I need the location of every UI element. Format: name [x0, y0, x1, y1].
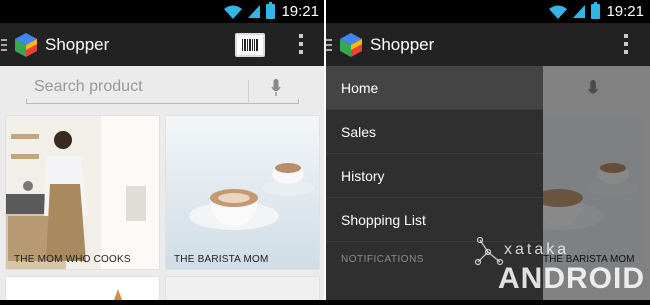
card-mom-who-cooks[interactable]: THE MOM WHO COOKS — [6, 116, 159, 269]
search-input[interactable]: Search product — [34, 78, 143, 96]
card-partial[interactable] — [166, 277, 319, 300]
app-title: Shopper — [370, 34, 435, 54]
drawer-indicator-icon[interactable] — [1, 38, 7, 51]
signal-icon — [573, 5, 586, 18]
search-field[interactable]: Search product — [26, 72, 299, 104]
drawer-item-history[interactable]: History — [325, 154, 543, 198]
battery-icon — [591, 2, 601, 19]
status-bar: 19:21 — [325, 0, 650, 23]
watermark-top-text: xataka — [504, 241, 569, 258]
watermark-bottom-text: ANDROID — [498, 262, 645, 295]
battery-icon — [266, 2, 276, 19]
status-bar: 19:21 — [0, 0, 325, 23]
drawer-item-sales[interactable]: Sales — [325, 110, 543, 154]
mom-who-cooks-photo — [6, 116, 159, 269]
card-label: THE BARISTA MOM — [174, 254, 269, 265]
card-partial[interactable] — [6, 277, 159, 300]
app-title: Shopper — [45, 34, 110, 54]
action-bar: Shopper — [325, 23, 650, 66]
barista-mom-photo — [166, 116, 319, 269]
drawer-item-home[interactable]: Home — [325, 66, 543, 110]
wifi-icon — [549, 5, 568, 19]
partial-photo — [114, 289, 122, 300]
xataka-android-watermark: xataka ANDROID — [470, 232, 650, 300]
status-time: 19:21 — [281, 3, 319, 20]
overflow-menu-icon[interactable] — [624, 34, 628, 54]
wifi-icon — [224, 5, 243, 19]
card-label: THE MOM WHO COOKS — [14, 254, 131, 265]
microphone-icon[interactable] — [271, 79, 281, 97]
card-barista-mom[interactable]: THE BARISTA MOM — [166, 116, 319, 269]
search-divider — [248, 80, 249, 102]
left-screen: 19:21 Shopper Search product THE MOM WHO… — [0, 0, 325, 300]
watermark-graphic-icon: xataka ANDROID — [474, 236, 645, 295]
drawer-indicator-icon[interactable] — [326, 38, 332, 51]
status-time: 19:21 — [606, 3, 644, 20]
search-underline — [26, 99, 299, 104]
overflow-menu-icon[interactable] — [299, 34, 303, 54]
signal-icon — [248, 5, 261, 18]
barcode-icon — [242, 39, 258, 51]
shopper-logo-icon[interactable] — [338, 32, 364, 58]
barcode-scan-button[interactable] — [235, 33, 265, 57]
action-bar: Shopper — [0, 23, 325, 66]
screen-divider — [324, 0, 326, 300]
shopper-logo-icon[interactable] — [13, 32, 39, 58]
